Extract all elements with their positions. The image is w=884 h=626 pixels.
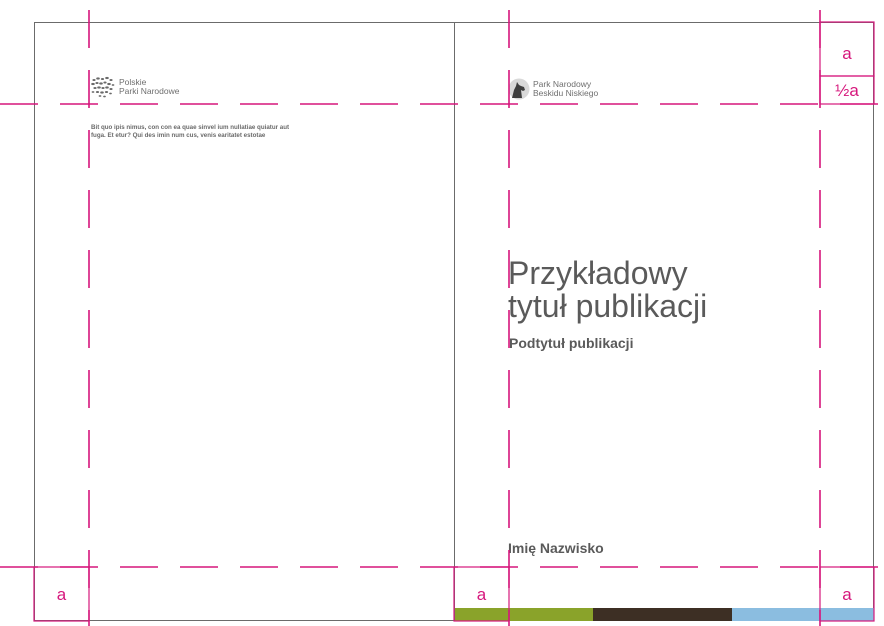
label-a-bottom-center: a — [476, 585, 487, 604]
publication-title: Przykładowy tytuł publikacji — [508, 255, 708, 324]
publication-subtitle: Podtytuł publikacji — [509, 335, 634, 351]
color-bar — [455, 608, 874, 621]
polskie-parki-narodowe-text: Polskie Parki Narodowe — [119, 77, 180, 96]
color-bar-segment-1 — [455, 608, 594, 621]
right-page: Park Narodowy Beskidu Niskiego Przykłado… — [454, 22, 874, 621]
park-beskidu-niskiego-text: Park Narodowy Beskidu Niskiego — [533, 79, 599, 98]
leaf-cluster-icon — [91, 76, 115, 98]
body-text: Bit quo ipis nimus, con con ea quae sinv… — [91, 124, 290, 140]
label-a-bottom-right: a — [842, 585, 852, 604]
color-bar-segment-3 — [731, 608, 874, 621]
left-page: Polskie Parki Narodowe Bit quo ipis nimu… — [34, 22, 455, 621]
label-a-top-right: a — [842, 44, 852, 63]
wolf-icon — [508, 78, 530, 100]
label-half-a: ½a — [835, 81, 859, 100]
author-name: Imię Nazwisko — [508, 540, 604, 556]
color-bar-segment-2 — [593, 608, 732, 621]
park-beskidu-niskiego-logo: Park Narodowy Beskidu Niskiego — [508, 78, 598, 100]
polskie-parki-narodowe-logo: Polskie Parki Narodowe — [90, 76, 179, 98]
label-a-bottom-left: a — [56, 585, 67, 604]
